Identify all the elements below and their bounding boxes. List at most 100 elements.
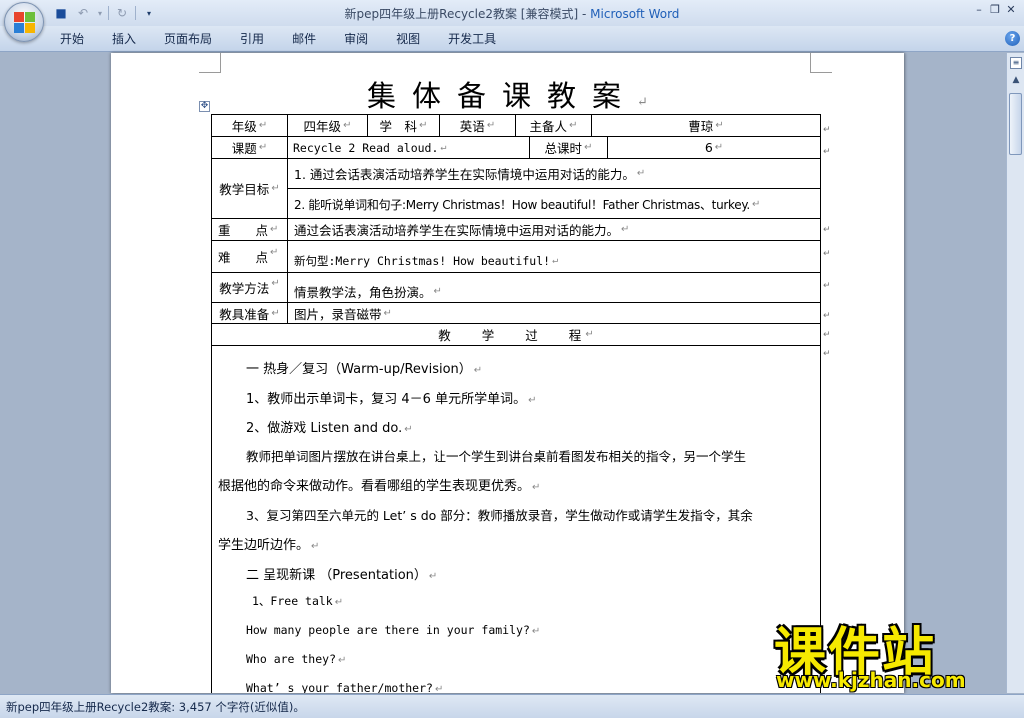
subject-value: 英语 xyxy=(459,119,485,134)
body-text: 教师把单词图片摆放在讲台桌上，让一个学生到讲台桌前看图发布相关的指令，另一个学生 xyxy=(246,449,747,464)
cell-mark-icon: ↵ xyxy=(569,120,578,131)
goals-label: 教学目标 xyxy=(219,182,270,197)
tab-home[interactable]: 开始 xyxy=(46,31,98,47)
method-label-cell: 教学方法 ↵ xyxy=(212,273,288,302)
cell-mark-icon: ↵ xyxy=(585,329,594,340)
body-paragraph: What’ s your father/mother? ↵ xyxy=(246,681,443,693)
scroll-thumb[interactable] xyxy=(1009,93,1022,155)
body-text: What’ s your father/mother? xyxy=(246,681,433,693)
tools-value: 图片，录音磁带 xyxy=(294,306,382,322)
hours-value-cell: 6 ↵ xyxy=(608,137,820,158)
cell-mark-icon: ↵ xyxy=(584,142,593,153)
paragraph-mark-icon: ↵ xyxy=(404,424,413,435)
table-row: 一 热身／复习（Warm-up/Revision） ↵ 1、教师出示单词卡，复习 … xyxy=(212,346,820,693)
body-text: 一 热身／复习（Warm-up/Revision） xyxy=(246,362,472,377)
goals-value-cell: 1. 通过会话表演活动培养学生在实际情境中运用对话的能力。 ↵ 2. 能听说单词和… xyxy=(288,159,820,218)
tab-mailings[interactable]: 邮件 xyxy=(278,31,330,47)
body-paragraph: Who are they? ↵ xyxy=(246,652,346,667)
watermark-url: www.kjzhan.com xyxy=(776,668,966,692)
table-row: 教学目标 ↵ 1. 通过会话表演活动培养学生在实际情境中运用对话的能力。 ↵ 2. … xyxy=(212,159,820,219)
body-paragraph: 二 呈现新课 （Presentation） ↵ xyxy=(246,564,437,583)
tab-page-layout[interactable]: 页面布局 xyxy=(150,31,226,47)
body-text: Who are they? xyxy=(246,652,337,666)
minimize-button[interactable]: – xyxy=(972,2,986,16)
crop-mark xyxy=(199,53,221,73)
body-text: 学生边听边作。 xyxy=(218,538,310,553)
cell-mark-icon: ↵ xyxy=(714,142,724,153)
goal-line-2: 2. 能听说单词和句子:Merry Christmas！How beautifu… xyxy=(288,189,820,218)
row-end-mark-icon: ↵ xyxy=(823,125,831,135)
office-button[interactable] xyxy=(4,2,44,42)
table-row: 年级 ↵ 四年级 ↵ 学 科 ↵ 英语 ↵ 主备人 ↵ 曹琼 ↵ xyxy=(212,115,820,137)
row-end-mark-icon: ↵ xyxy=(823,349,831,359)
window-controls: – ❐ ✕ xyxy=(972,2,1018,16)
body-text: 二 呈现新课 （Presentation） xyxy=(246,568,427,583)
key-label: 重 点 xyxy=(218,223,269,238)
key-value: 通过会话表演活动培养学生在实际情境中运用对话的能力。 xyxy=(294,223,620,238)
body-text: How many people are there in your family… xyxy=(246,623,530,637)
body-paragraph: 一 热身／复习（Warm-up/Revision） ↵ xyxy=(246,358,482,377)
cell-mark-icon: ↵ xyxy=(440,142,447,153)
lead-value-cell: 曹琼 ↵ xyxy=(592,115,820,136)
cell-mark-icon: ↵ xyxy=(258,142,268,153)
paragraph-mark-icon: ↵ xyxy=(338,655,347,666)
tab-view[interactable]: 视图 xyxy=(382,31,434,47)
hours-value: 6 xyxy=(704,140,713,155)
row-end-mark-icon: ↵ xyxy=(823,281,831,291)
cell-mark-icon: ↵ xyxy=(271,307,280,319)
goal-2-text: 2. 能听说单词和句子:Merry Christmas！How beautifu… xyxy=(294,197,750,212)
goal-line-1: 1. 通过会话表演活动培养学生在实际情境中运用对话的能力。 ↵ xyxy=(288,159,820,189)
vertical-scrollbar[interactable]: ≡ ▲ xyxy=(1006,53,1024,693)
watermark-logo: 课件站 www.kjzhan.com xyxy=(770,610,1010,694)
restore-button[interactable]: ❐ xyxy=(988,2,1002,16)
body-paragraph: 3、复习第四至六单元的 Let’ s do 部分：教师播放录音，学生做动作或请学… xyxy=(246,505,753,524)
difficult-label: 难 点 xyxy=(218,250,269,265)
body-text: 3、复习第四至六单元的 Let’ s do 部分：教师播放录音，学生做动作或请学… xyxy=(246,508,753,523)
row-end-mark-icon: ↵ xyxy=(823,147,831,157)
cell-mark-icon: ↵ xyxy=(271,183,280,194)
hours-label: 总课时 xyxy=(544,141,583,156)
body-text: 1、Free talk xyxy=(252,594,333,608)
tab-review[interactable]: 审阅 xyxy=(330,31,382,47)
process-header: 教 学 过 程 xyxy=(438,328,584,343)
tab-references[interactable]: 引用 xyxy=(226,31,278,47)
table-move-handle-icon[interactable]: ✥ xyxy=(199,101,210,112)
title-separator: - xyxy=(578,7,591,21)
document-page[interactable]: 集体备课教案↵ ✥ 年级 ↵ 四年级 ↵ 学 科 ↵ 英语 ↵ 主备人 ↵ 曹琼 ↵ 课题 ↵… xyxy=(111,53,904,693)
table-row: 教具准备 ↵ 图片，录音磁带 ↵ xyxy=(212,303,820,324)
app-name: Microsoft Word xyxy=(590,7,680,21)
status-bar: 新pep四年级上册Recycle2教案: 3,457 个字符(近似值)。 xyxy=(0,694,1024,718)
word-count-status[interactable]: 新pep四年级上册Recycle2教案: 3,457 个字符(近似值)。 xyxy=(6,699,305,715)
cell-mark-icon: ↵ xyxy=(270,247,279,258)
difficult-label-cell: 难 点 ↵ xyxy=(212,241,288,272)
key-label-cell: 重 点 ↵ xyxy=(212,219,288,240)
method-value: 情景教学法，角色扮演。 xyxy=(294,285,432,300)
method-label: 教学方法 xyxy=(219,281,270,296)
body-paragraph: 根据他的命令来做动作。看看哪组的学生表现更优秀。 ↵ xyxy=(218,475,540,494)
topic-label: 课题 xyxy=(231,141,257,156)
ruler-toggle-icon[interactable]: ≡ xyxy=(1010,57,1022,69)
key-value-cell: 通过会话表演活动培养学生在实际情境中运用对话的能力。 ↵ xyxy=(288,219,820,240)
body-paragraph: 学生边听边作。 ↵ xyxy=(218,534,319,553)
cell-mark-icon: ↵ xyxy=(271,278,280,289)
cell-mark-icon: ↵ xyxy=(258,120,268,131)
table-row: 教学方法 ↵ 情景教学法，角色扮演。 ↵ xyxy=(212,273,820,303)
cell-mark-icon: ↵ xyxy=(486,120,496,131)
table-row: 难 点 ↵ 新句型:Merry Christmas! How beautiful!… xyxy=(212,241,820,273)
help-icon[interactable]: ? xyxy=(1005,31,1020,46)
process-header-cell: 教 学 过 程 ↵ xyxy=(212,324,820,345)
paragraph-mark-icon: ↵ xyxy=(636,168,646,179)
grade-value: 四年级 xyxy=(303,119,342,134)
cell-mark-icon: ↵ xyxy=(621,224,630,235)
table-row: 重 点 ↵ 通过会话表演活动培养学生在实际情境中运用对话的能力。 ↵ xyxy=(212,219,820,241)
lead-label-cell: 主备人 ↵ xyxy=(516,115,592,136)
tab-developer[interactable]: 开发工具 xyxy=(434,31,510,47)
paragraph-mark-icon: ↵ xyxy=(473,365,483,376)
topic-value-cell: Recycle 2 Read aloud. ↵ xyxy=(288,137,530,158)
topic-value: Recycle 2 Read aloud. xyxy=(293,140,439,155)
tab-insert[interactable]: 插入 xyxy=(98,31,150,47)
window-title: 新pep四年级上册Recycle2教案 [兼容模式] - Microsoft W… xyxy=(0,5,1024,22)
close-button[interactable]: ✕ xyxy=(1004,2,1018,16)
body-paragraph: 2、做游戏 Listen and do. ↵ xyxy=(246,417,413,436)
scroll-up-icon[interactable]: ▲ xyxy=(1009,73,1023,87)
